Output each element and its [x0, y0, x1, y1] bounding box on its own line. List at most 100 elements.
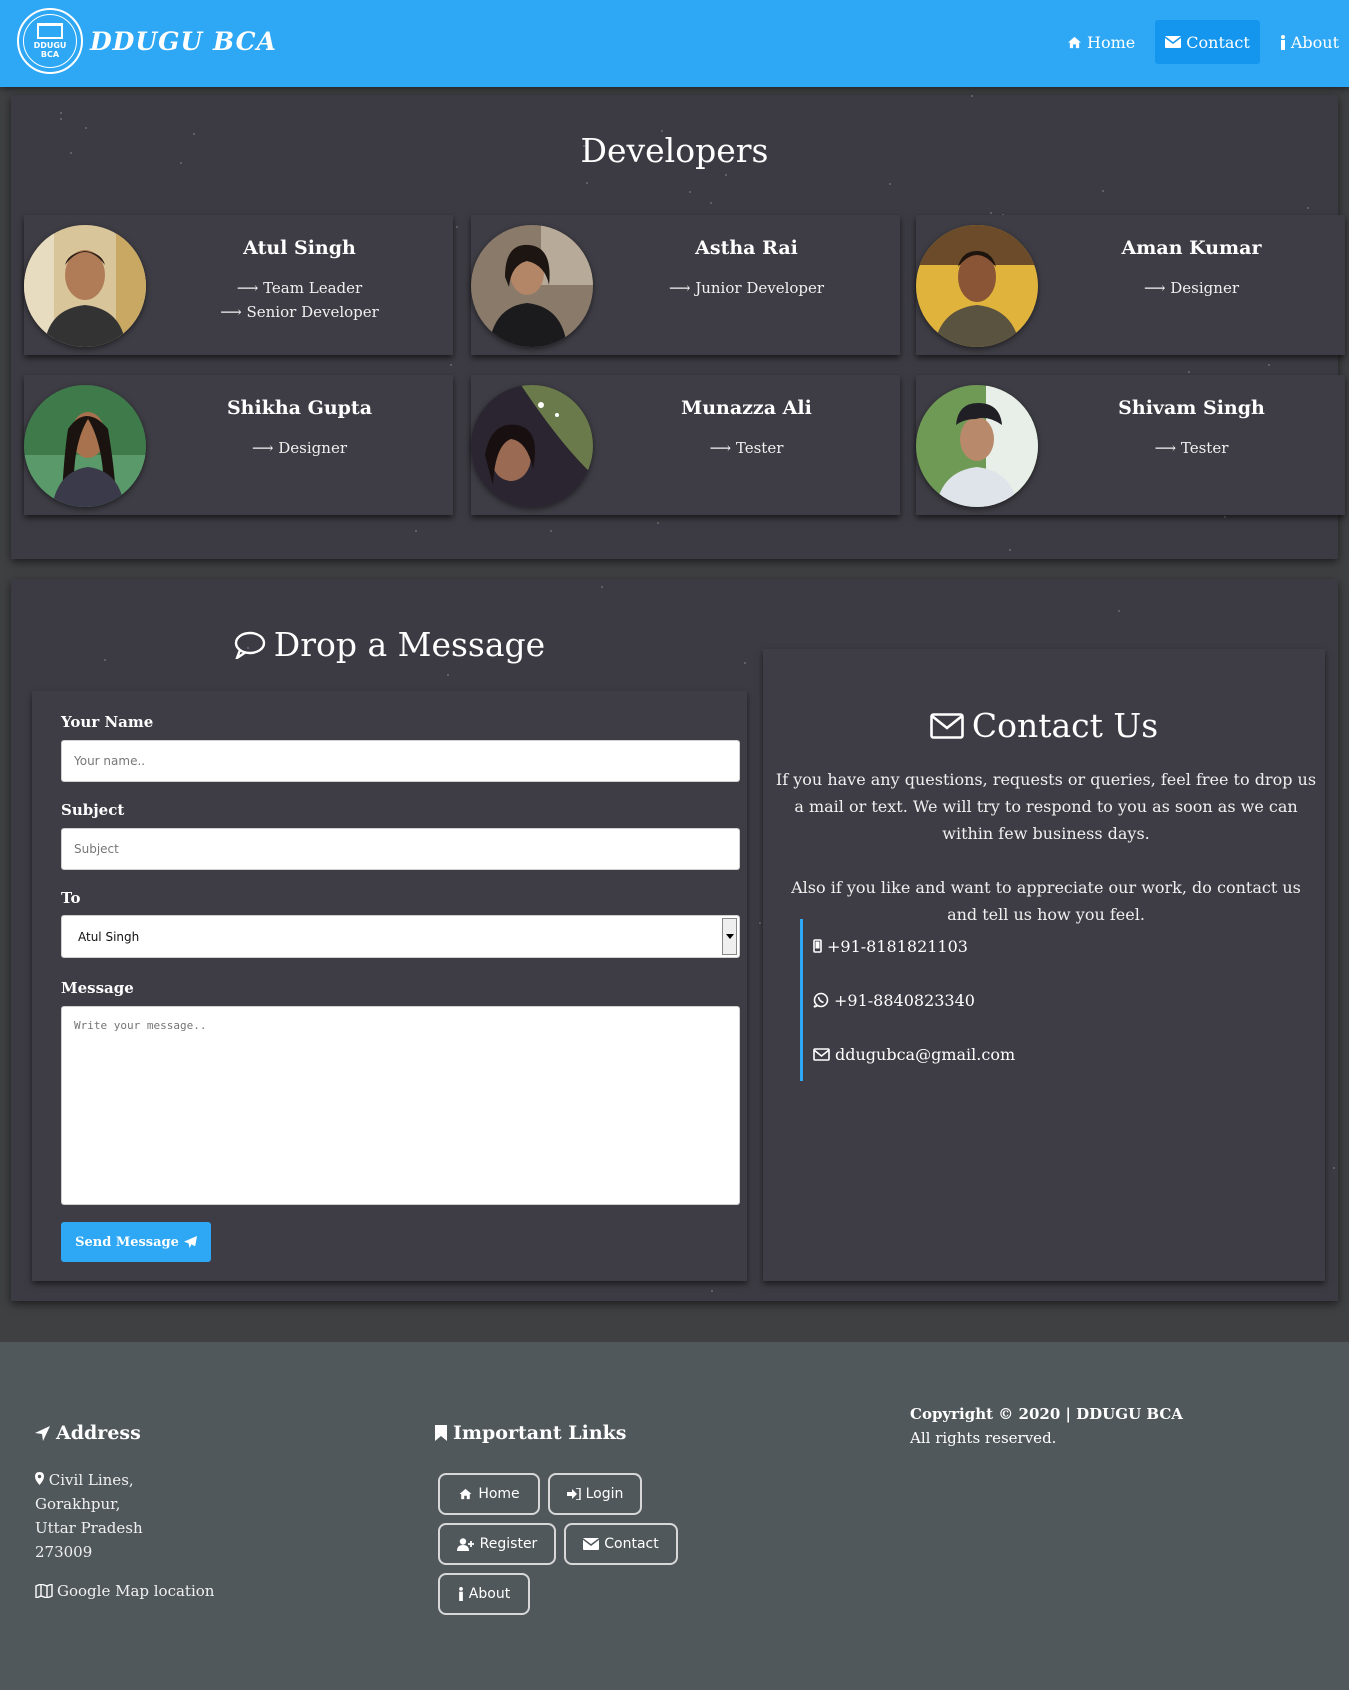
address-lines: Civil Lines, Gorakhpur, Uttar Pradesh 27… — [35, 1468, 143, 1564]
developer-role: ⟶ Designer — [1144, 279, 1239, 297]
phone-item[interactable]: +91-8181821103 — [813, 919, 1015, 973]
developer-role: ⟶ Tester — [1154, 439, 1229, 457]
message-textarea[interactable] — [61, 1006, 740, 1205]
background-speck — [1118, 610, 1120, 612]
background-speck — [447, 674, 449, 676]
developer-name: Munazza Ali — [681, 397, 812, 419]
contact-paragraph: If you have any questions, requests or q… — [775, 770, 1317, 843]
envelope-icon — [813, 1047, 830, 1061]
info-icon — [1280, 34, 1285, 50]
background-speck — [759, 922, 761, 924]
background-speck — [601, 586, 603, 588]
location-arrow-icon — [35, 1425, 50, 1441]
footer-about-button[interactable]: About — [438, 1573, 530, 1615]
developer-card: Shikha Gupta ⟶ Designer — [24, 375, 453, 515]
arrow-right-icon: ⟶ — [709, 439, 736, 457]
footer-home-button[interactable]: Home — [438, 1473, 540, 1515]
avatar — [916, 225, 1038, 347]
footer-register-button[interactable]: Register — [438, 1523, 556, 1565]
nav-links: Home Contact About — [1047, 20, 1349, 64]
bookmark-icon — [435, 1425, 447, 1441]
arrow-right-icon: ⟶ — [220, 303, 247, 321]
background-speck — [60, 118, 62, 120]
arrow-right-icon: ⟶ — [1144, 279, 1171, 297]
address-line: 273009 — [35, 1543, 93, 1561]
comment-icon — [234, 631, 265, 659]
brand[interactable]: DDUGU BCA DDUGU BCA — [17, 8, 277, 74]
logo-text-line2: BCA — [40, 50, 60, 59]
developers-title: Developers — [580, 131, 769, 170]
paper-plane-icon — [183, 1235, 197, 1248]
footer-contact-button[interactable]: Contact — [564, 1523, 678, 1565]
contact-section: Drop a Message Your Name Subject To Atul… — [11, 579, 1338, 1301]
copyright: Copyright © 2020 | DDUGU BCA All rights … — [910, 1402, 1183, 1450]
book-icon — [37, 23, 63, 39]
envelope-icon — [583, 1538, 600, 1550]
developer-role: ⟶ Designer — [252, 439, 347, 457]
whatsapp-item[interactable]: +91-8840823340 — [813, 973, 1015, 1027]
subject-label: Subject — [61, 801, 125, 819]
background-speck — [456, 226, 458, 228]
developer-card: Munazza Ali ⟶ Tester — [471, 375, 900, 515]
message-form: Your Name Subject To Atul Singh Message … — [32, 691, 747, 1281]
address-line: Civil Lines, — [35, 1468, 143, 1492]
developer-info: Atul Singh ⟶ Team Leader ⟶ Senior Develo… — [146, 237, 453, 324]
developer-role: ⟶ Team Leader — [236, 279, 363, 297]
send-message-button[interactable]: Send Message — [61, 1222, 211, 1262]
arrow-right-icon: ⟶ — [252, 439, 279, 457]
avatar — [916, 385, 1038, 507]
drop-message-title: Drop a Message — [32, 625, 747, 664]
important-links-heading: Important Links — [435, 1422, 627, 1444]
to-select-value: Atul Singh — [78, 929, 140, 944]
background-speck — [710, 202, 712, 204]
developer-name: Shikha Gupta — [226, 397, 373, 419]
developer-info: Shivam Singh ⟶ Tester — [1038, 397, 1345, 460]
background-speck — [450, 364, 452, 366]
developer-card: Shivam Singh ⟶ Tester — [916, 375, 1345, 515]
avatar — [471, 385, 593, 507]
background-speck — [85, 127, 87, 129]
chevron-down-icon[interactable] — [722, 918, 737, 955]
contact-us-title: Contact Us — [763, 706, 1325, 745]
developers-section: Developers Atul Singh ⟶ Team Leader ⟶ Se… — [11, 95, 1345, 559]
background-speck — [415, 530, 417, 532]
rights-text: All rights reserved. — [910, 1429, 1057, 1447]
nav-about-link[interactable]: About — [1270, 20, 1349, 64]
developer-name: Atul Singh — [243, 237, 356, 259]
envelope-icon — [1165, 36, 1182, 48]
background-speck — [60, 112, 62, 114]
background-speck — [1268, 364, 1270, 366]
contact-list: +91-8181821103 +91-8840823340 ddugubca@g… — [800, 919, 1015, 1081]
arrow-right-icon: ⟶ — [668, 279, 696, 297]
copyright-text: Copyright © 2020 | DDUGU BCA — [910, 1405, 1183, 1423]
developer-info: Munazza Ali ⟶ Tester — [593, 397, 900, 460]
to-select[interactable]: Atul Singh — [61, 915, 740, 958]
home-icon — [459, 1488, 472, 1500]
google-map-link[interactable]: Google Map location — [35, 1582, 214, 1600]
nav-home-link[interactable]: Home — [1057, 20, 1145, 64]
avatar — [24, 225, 146, 347]
envelope-icon — [930, 712, 964, 739]
nav-about-label: About — [1290, 32, 1339, 52]
map-icon — [35, 1584, 53, 1598]
background-speck — [1188, 371, 1190, 373]
map-marker-icon — [35, 1471, 49, 1489]
name-input[interactable] — [61, 740, 740, 782]
developer-card: Astha Rai ⟶ Junior Developer — [471, 215, 900, 355]
address-line: Gorakhpur, — [35, 1495, 121, 1513]
name-label: Your Name — [61, 713, 154, 731]
arrow-right-icon: ⟶ — [1154, 439, 1181, 457]
background-speck — [689, 191, 691, 193]
email-item[interactable]: ddugubca@gmail.com — [813, 1027, 1015, 1081]
background-speck — [1224, 516, 1226, 518]
user-plus-icon — [456, 1537, 474, 1551]
subject-input[interactable] — [61, 828, 740, 870]
arrow-right-icon: ⟶ — [236, 279, 264, 297]
nav-contact-link[interactable]: Contact — [1155, 20, 1260, 64]
developer-role: ⟶ Tester — [709, 439, 784, 457]
logo-text-line1: DDUGU — [33, 41, 67, 50]
footer-login-button[interactable]: Login — [548, 1473, 642, 1515]
background-speck — [1009, 549, 1011, 551]
background-speck — [657, 522, 659, 524]
background-speck — [990, 212, 992, 214]
